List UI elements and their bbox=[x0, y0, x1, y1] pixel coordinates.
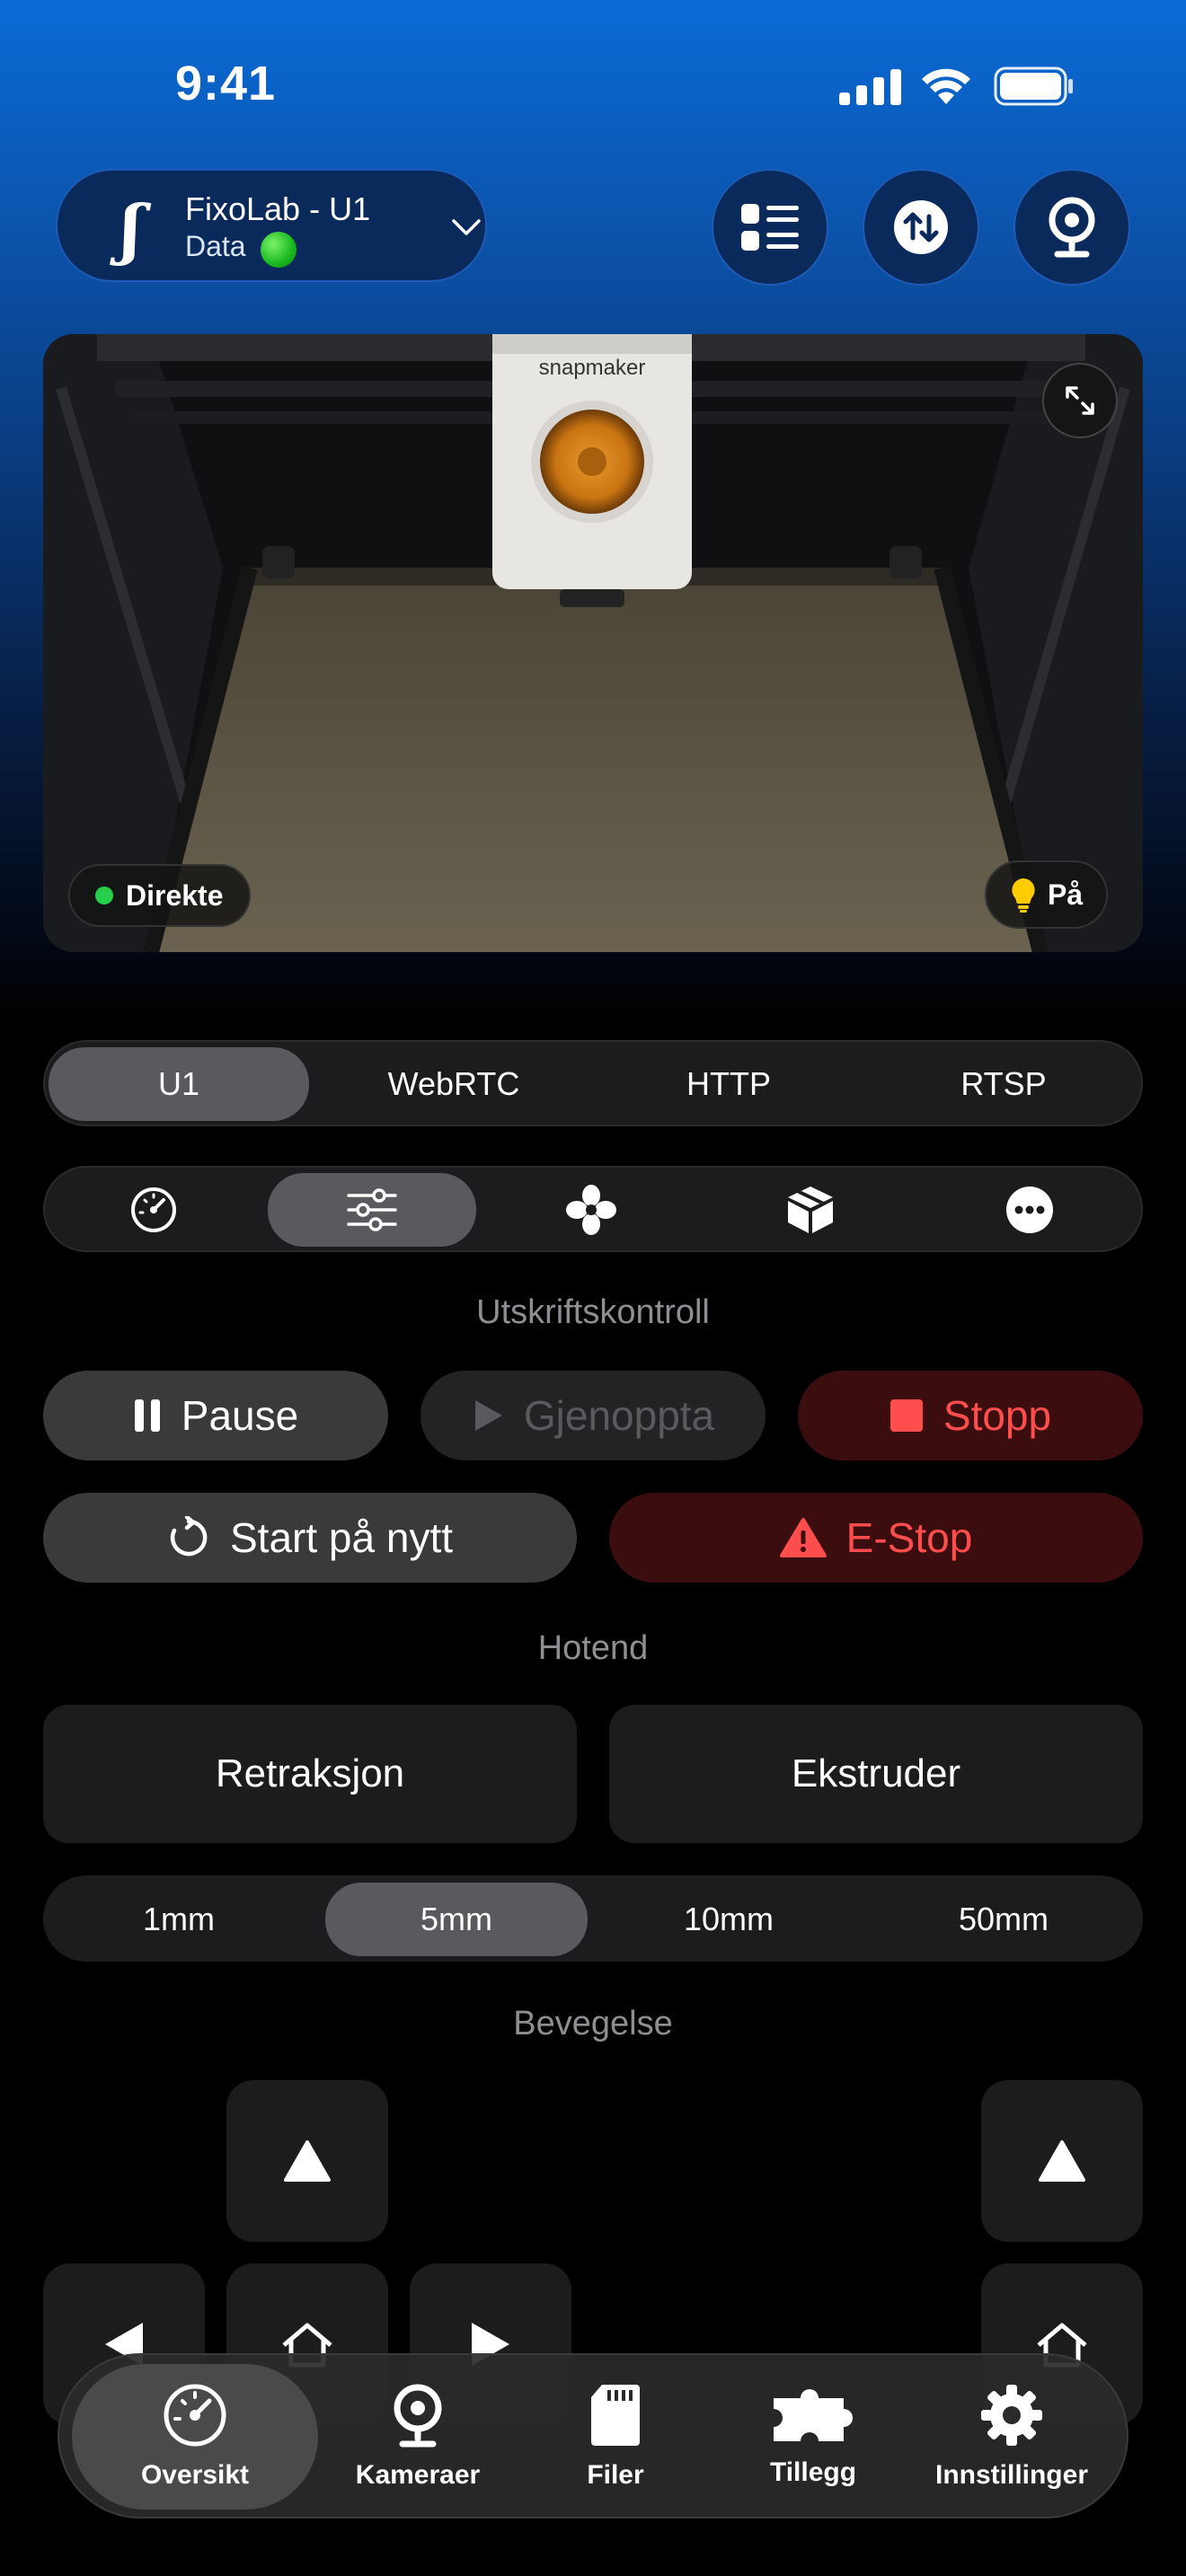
box-icon bbox=[788, 1187, 833, 1233]
section-title-movement: Bevegelse bbox=[513, 2005, 673, 2042]
puzzle-icon bbox=[774, 2388, 854, 2441]
tab-files[interactable]: Filer bbox=[527, 2364, 704, 2510]
warning-icon bbox=[779, 1518, 827, 1557]
fan-icon bbox=[566, 1185, 616, 1235]
tab-settings[interactable]: Innstillinger bbox=[907, 2364, 1116, 2510]
tab-stream-rtsp[interactable]: RTSP bbox=[873, 1047, 1134, 1121]
fullscreen-button[interactable] bbox=[1042, 363, 1118, 438]
printer-logo-icon: ʃ bbox=[120, 190, 142, 267]
tab-label: Tillegg bbox=[769, 2457, 857, 2487]
webcam-button[interactable] bbox=[1013, 169, 1130, 286]
gauge-icon bbox=[164, 2384, 226, 2447]
list-icon bbox=[741, 204, 799, 251]
tab-stream-http[interactable]: HTTP bbox=[598, 1047, 859, 1121]
battery-icon bbox=[994, 66, 1073, 106]
printer-name: FixoLab - U1 bbox=[185, 190, 371, 227]
status-time: 9:41 bbox=[175, 57, 277, 110]
webcam-icon bbox=[1049, 197, 1095, 258]
camera-feed[interactable]: snapmaker bbox=[43, 334, 1143, 952]
restart-label: Start på nytt bbox=[229, 1514, 453, 1561]
camera-image: snapmaker bbox=[43, 334, 1143, 952]
distance-50mm[interactable]: 50mm bbox=[873, 1883, 1134, 1956]
distance-1mm[interactable]: 1mm bbox=[49, 1883, 309, 1956]
distance-5mm[interactable]: 5mm bbox=[325, 1883, 588, 1956]
pause-icon bbox=[134, 1399, 160, 1432]
tab-fan[interactable] bbox=[487, 1173, 695, 1247]
sliders-icon bbox=[347, 1188, 397, 1231]
sdcard-icon bbox=[591, 2385, 640, 2446]
tab-stream-u1[interactable]: U1 bbox=[49, 1047, 309, 1121]
lightbulb-icon bbox=[1012, 878, 1035, 913]
dashboard-icon bbox=[131, 1187, 176, 1232]
wifi-icon bbox=[922, 68, 970, 104]
transfer-icon bbox=[894, 200, 948, 254]
tab-label: Filer bbox=[587, 2460, 644, 2490]
estop-button[interactable]: E-Stop bbox=[609, 1493, 1143, 1583]
transfer-button[interactable] bbox=[863, 169, 979, 286]
stop-icon bbox=[890, 1399, 923, 1432]
stop-button[interactable]: Stopp bbox=[798, 1371, 1143, 1460]
resume-button[interactable]: Gjenoppta bbox=[420, 1371, 766, 1460]
printer-subtitle: Data bbox=[185, 230, 246, 262]
arrow-up-icon bbox=[1039, 2140, 1085, 2182]
play-icon bbox=[474, 1400, 502, 1431]
stop-label: Stopp bbox=[943, 1392, 1052, 1439]
live-label: Direkte bbox=[126, 878, 224, 912]
live-badge: Direkte bbox=[68, 864, 251, 927]
tab-label: Oversikt bbox=[140, 2460, 250, 2490]
tab-more[interactable] bbox=[925, 1173, 1134, 1247]
arrow-up-icon bbox=[284, 2140, 331, 2182]
section-title-print-control: Utskriftskontroll bbox=[476, 1293, 710, 1331]
svg-text:snapmaker: snapmaker bbox=[539, 356, 646, 380]
retract-button[interactable]: Retraksjon bbox=[43, 1705, 577, 1843]
webcam-icon bbox=[394, 2384, 442, 2448]
restart-icon bbox=[170, 1516, 208, 1557]
live-dot bbox=[95, 887, 113, 904]
bottom-tab-bar: Oversikt Kameraer Filer Tillegg Innstill… bbox=[58, 2353, 1128, 2519]
estop-label: E-Stop bbox=[845, 1514, 973, 1561]
extrude-button[interactable]: Ekstruder bbox=[609, 1705, 1143, 1843]
panel-tabs bbox=[43, 1166, 1143, 1252]
pause-button[interactable]: Pause bbox=[43, 1371, 388, 1460]
connection-status-dot bbox=[261, 232, 296, 268]
tab-filament[interactable] bbox=[706, 1173, 915, 1247]
printer-selector[interactable]: ʃ FixoLab - U1 Data bbox=[56, 169, 487, 282]
distance-10mm[interactable]: 10mm bbox=[598, 1883, 859, 1956]
signal-icon bbox=[839, 67, 901, 105]
tab-overview[interactable]: Oversikt bbox=[72, 2364, 318, 2510]
pause-label: Pause bbox=[181, 1392, 299, 1439]
list-button[interactable] bbox=[712, 169, 828, 286]
tab-cameras[interactable]: Kameraer bbox=[329, 2364, 507, 2510]
light-toggle[interactable]: På bbox=[985, 860, 1109, 929]
chevron-down-icon bbox=[452, 219, 481, 235]
tab-addons[interactable]: Tillegg bbox=[724, 2364, 902, 2510]
expand-icon bbox=[1066, 386, 1094, 415]
tab-label: Innstillinger bbox=[934, 2460, 1088, 2490]
stream-type-selector: U1 WebRTC HTTP RTSP bbox=[43, 1040, 1143, 1126]
section-title-hotend: Hotend bbox=[537, 1629, 649, 1667]
jog-z-up-button[interactable] bbox=[981, 2080, 1143, 2242]
tab-controls[interactable] bbox=[268, 1173, 476, 1247]
gear-icon bbox=[981, 2385, 1042, 2446]
tab-label: Kameraer bbox=[355, 2460, 481, 2490]
tab-dashboard[interactable] bbox=[50, 1173, 257, 1247]
restart-button[interactable]: Start på nytt bbox=[43, 1493, 577, 1583]
tab-stream-webrtc[interactable]: WebRTC bbox=[323, 1047, 584, 1121]
distance-selector: 1mm 5mm 10mm 50mm bbox=[43, 1875, 1143, 1962]
resume-label: Gjenoppta bbox=[523, 1392, 715, 1439]
light-label: På bbox=[1048, 878, 1084, 911]
jog-y-plus-button[interactable] bbox=[226, 2080, 388, 2242]
more-icon bbox=[1006, 1187, 1053, 1233]
